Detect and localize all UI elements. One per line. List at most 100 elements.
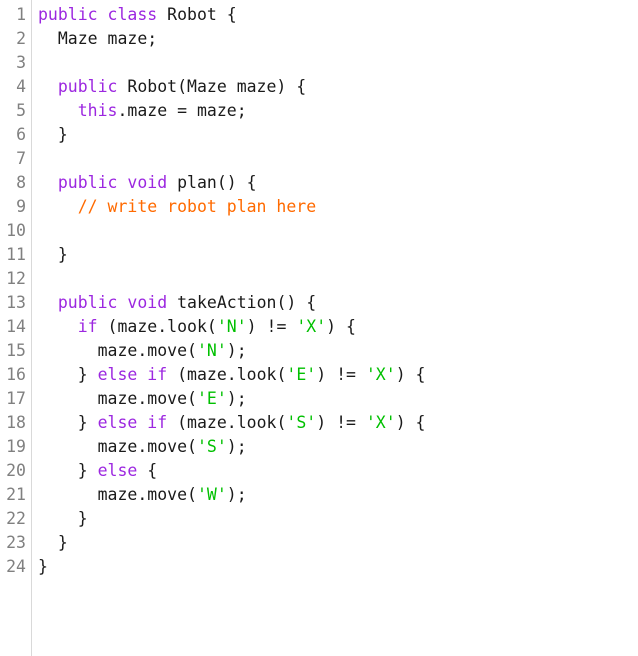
code-line[interactable]: [38, 51, 638, 75]
token-string: 'S': [196, 437, 227, 456]
token-plain: Robot(Maze maze) {: [117, 77, 307, 96]
code-line[interactable]: } else if (maze.look('S') != 'X') {: [38, 411, 638, 435]
code-line[interactable]: Maze maze;: [38, 27, 638, 51]
token-plain: }: [38, 509, 88, 528]
code-line[interactable]: public Robot(Maze maze) {: [38, 75, 638, 99]
token-string: 'X': [365, 365, 396, 384]
token-plain: Robot {: [157, 5, 237, 24]
code-editor[interactable]: 1 2 3 4 5 6 7 8 9 10 11 12 13 14 15 16 17 18 19 20 21 22 23 24 …: [0, 0, 638, 656]
line-number: 5: [16, 101, 26, 120]
code-line[interactable]: maze.move('E');: [38, 387, 638, 411]
token-string: 'W': [196, 485, 227, 504]
code-line[interactable]: }: [38, 507, 638, 531]
token-string: 'X': [365, 413, 396, 432]
line-number: 9: [16, 197, 26, 216]
line-number: 19: [6, 437, 26, 456]
code-line[interactable]: [38, 267, 638, 291]
code-line[interactable]: [38, 147, 638, 171]
code-line[interactable]: [38, 219, 638, 243]
code-line[interactable]: }: [38, 123, 638, 147]
token-plain: }: [38, 461, 98, 480]
code-line[interactable]: public void plan() {: [38, 171, 638, 195]
token-plain: }: [38, 413, 98, 432]
token-plain: maze.move(: [38, 341, 197, 360]
token-plain: takeAction() {: [167, 293, 317, 312]
token-plain: );: [226, 437, 247, 456]
line-number: 3: [16, 53, 26, 72]
token-plain: (maze.look(: [167, 413, 287, 432]
code-line[interactable]: maze.move('N');: [38, 339, 638, 363]
code-line[interactable]: maze.move('W');: [38, 483, 638, 507]
line-number: 4: [16, 77, 26, 96]
token-keyword: void: [127, 293, 168, 312]
token-keyword: public: [57, 77, 118, 96]
token-plain: }: [38, 533, 68, 552]
line-number: 7: [16, 149, 26, 168]
token-plain: ) !=: [316, 413, 366, 432]
token-plain: maze.move(: [38, 389, 197, 408]
code-line[interactable]: public class Robot {: [38, 3, 638, 27]
token-plain: );: [226, 341, 247, 360]
line-number: 18: [6, 413, 26, 432]
line-number-gutter: 1 2 3 4 5 6 7 8 9 10 11 12 13 14 15 16 17 18 19 20 21 22 23 24: [0, 0, 26, 579]
token-plain: ) !=: [246, 317, 297, 336]
token-plain: (maze.look(: [167, 365, 287, 384]
code-content-area[interactable]: public class Robot { Maze maze; public R…: [32, 0, 638, 579]
line-number: 1: [16, 5, 26, 24]
token-string: 'N': [196, 341, 227, 360]
line-number: 13: [6, 293, 26, 312]
token-plain: Maze maze;: [38, 29, 158, 48]
code-line[interactable]: this.maze = maze;: [38, 99, 638, 123]
code-line[interactable]: public void takeAction() {: [38, 291, 638, 315]
token-plain: }: [38, 557, 48, 576]
token-keyword: else: [97, 365, 138, 384]
token-keyword: if: [77, 317, 98, 336]
code-line[interactable]: }: [38, 531, 638, 555]
line-number: 10: [6, 221, 26, 240]
line-number: 8: [16, 173, 26, 192]
code-line[interactable]: // write robot plan here: [38, 195, 638, 219]
code-line[interactable]: maze.move('S');: [38, 435, 638, 459]
line-number: 12: [6, 269, 26, 288]
token-keyword: else: [97, 413, 138, 432]
code-line[interactable]: if (maze.look('N') != 'X') {: [38, 315, 638, 339]
token-plain: ) !=: [316, 365, 366, 384]
token-string: 'N': [216, 317, 247, 336]
code-line[interactable]: }: [38, 555, 638, 579]
line-number: 11: [6, 245, 26, 264]
line-number: 6: [16, 125, 26, 144]
token-string: 'E': [286, 365, 317, 384]
token-comment: // write robot plan here: [77, 197, 317, 216]
code-line[interactable]: } else {: [38, 459, 638, 483]
token-plain: );: [226, 389, 247, 408]
token-plain: (maze.look(: [97, 317, 217, 336]
line-number: 22: [6, 509, 26, 528]
token-plain: {: [137, 461, 158, 480]
token-plain: maze.move(: [38, 437, 197, 456]
line-number: 16: [6, 365, 26, 384]
line-number: 2: [16, 29, 26, 48]
token-plain: ) {: [395, 413, 426, 432]
token-keyword: public: [38, 5, 98, 24]
token-keyword: if: [147, 365, 168, 384]
token-keyword: public: [57, 173, 118, 192]
token-plain: maze.move(: [38, 485, 197, 504]
token-string: 'E': [196, 389, 227, 408]
token-plain: );: [226, 485, 247, 504]
line-number: 15: [6, 341, 26, 360]
token-plain: ) {: [395, 365, 426, 384]
token-keyword: if: [147, 413, 168, 432]
line-number: 21: [6, 485, 26, 504]
code-line[interactable]: }: [38, 243, 638, 267]
code-line[interactable]: } else if (maze.look('E') != 'X') {: [38, 363, 638, 387]
